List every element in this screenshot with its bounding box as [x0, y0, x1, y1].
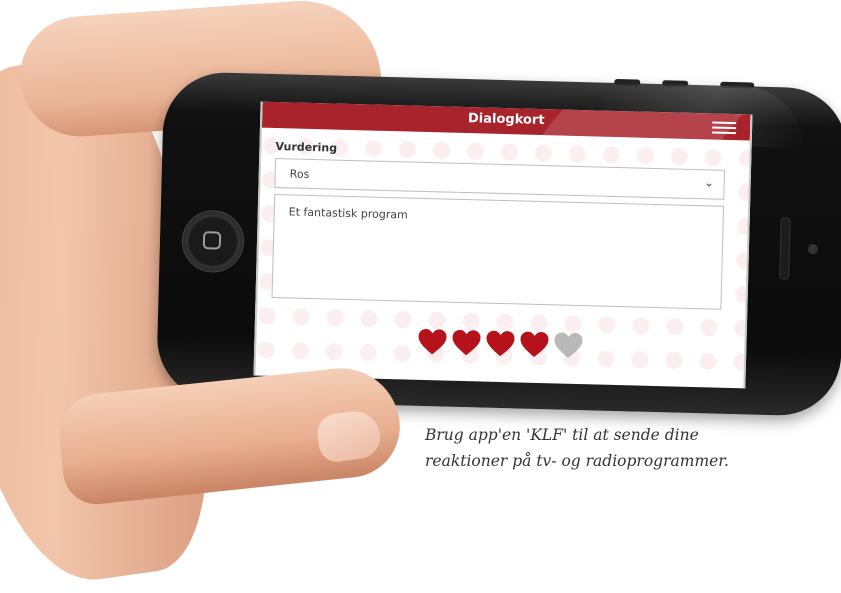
select-value: Ros: [289, 167, 310, 181]
heart-icon[interactable]: [553, 331, 584, 360]
double-chevron-down-icon: ⌄: [704, 176, 714, 190]
phone: Dialogkort Vurdering Ros ⌄ Et fantastisk…: [155, 71, 841, 417]
rating-label: Vurdering: [275, 140, 338, 155]
comment-textarea[interactable]: Et fantastisk program: [271, 194, 725, 310]
heart-icon[interactable]: [519, 330, 550, 359]
hamburger-menu-icon[interactable]: [711, 121, 737, 135]
speaker-grille: [779, 217, 791, 280]
caption: Brug app'en 'KLF' til at sende dine reak…: [425, 422, 825, 474]
home-square-icon: [202, 231, 222, 250]
caption-line-2: reaktioner på tv- og radioprogrammer.: [425, 452, 729, 470]
heart-icon[interactable]: [417, 328, 448, 357]
caption-line-1: Brug app'en 'KLF' til at sende dine: [425, 426, 699, 444]
app-screen: Dialogkort Vurdering Ros ⌄ Et fantastisk…: [253, 101, 753, 389]
comment-value: Et fantastisk program: [288, 205, 408, 222]
heart-icon[interactable]: [485, 330, 516, 359]
camera-icon: [807, 244, 819, 255]
home-button[interactable]: [181, 209, 245, 274]
heart-icon[interactable]: [451, 329, 482, 358]
